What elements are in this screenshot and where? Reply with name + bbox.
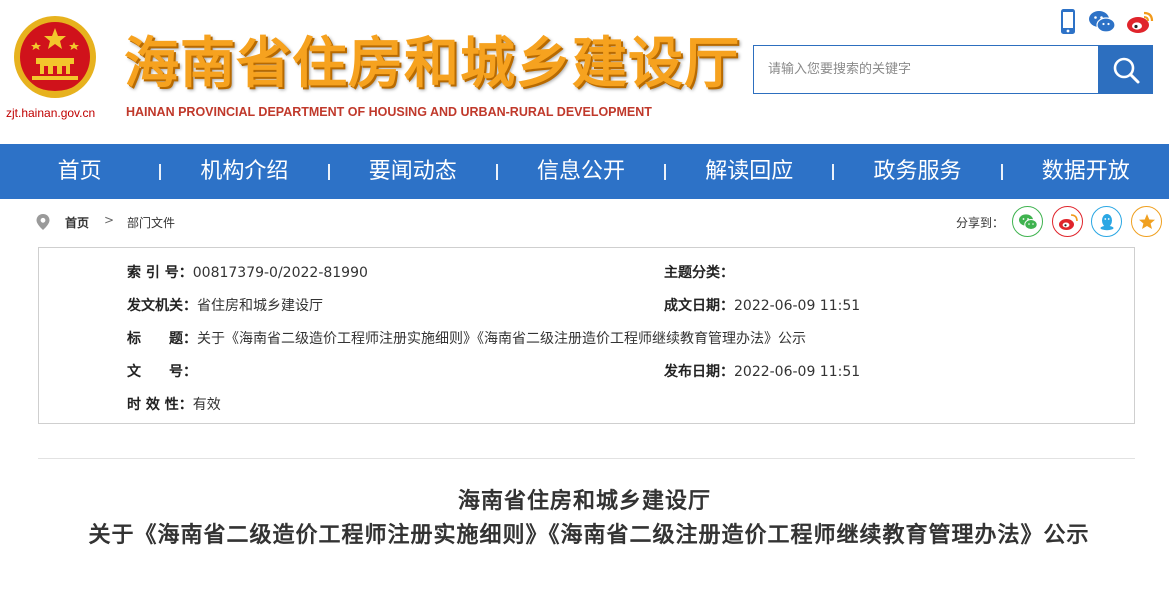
- weibo-icon: [1058, 213, 1078, 230]
- meta-title-label: 标 题：: [127, 331, 197, 347]
- star-icon: [1138, 213, 1155, 229]
- nav-item-disclosure[interactable]: 信息公开: [498, 144, 664, 199]
- meta-index-value: 00817379-0/2022-81990: [192, 265, 368, 281]
- breadcrumb: 首页 > 部门文件 分享到：: [0, 199, 1169, 243]
- share-label: 分享到：: [956, 216, 1005, 230]
- search-box: [753, 45, 1099, 94]
- mobile-icon[interactable]: [1054, 8, 1082, 36]
- meta-index-label: 索 引 号：: [127, 265, 193, 281]
- meta-index-row: 索 引 号：00817379-0/2022-81990: [127, 262, 368, 282]
- meta-validity-label: 时 效 性：: [127, 397, 193, 413]
- meta-title-row: 标 题：关于《海南省二级造价工程师注册实施细则》《海南省二级注册造价工程师继续教…: [127, 328, 806, 348]
- meta-issuer-row: 发文机关：省住房和城乡建设厅: [127, 295, 323, 315]
- location-pin-icon: [36, 214, 50, 230]
- site-title: 海南省住房和城乡建设厅: [124, 31, 741, 95]
- site-header: zjt.hainan.gov.cn 海南省住房和城乡建设厅 HAINAN PRO…: [0, 0, 1169, 144]
- search-input[interactable]: [754, 46, 1099, 93]
- meta-published-label: 发布日期：: [664, 364, 734, 380]
- wechat-icon[interactable]: [1088, 8, 1116, 36]
- search-icon: [1113, 57, 1139, 83]
- site-subtitle: HAINAN PROVINCIAL DEPARTMENT OF HOUSING …: [126, 105, 652, 119]
- meta-issuer-label: 发文机关：: [127, 298, 197, 314]
- meta-created-label: 成文日期：: [664, 298, 734, 314]
- share-wechat-button[interactable]: [1012, 206, 1043, 237]
- main-nav: 首页 机构介绍 要闻动态 信息公开 解读回应 政务服务 数据开放: [0, 144, 1169, 199]
- weibo-icon[interactable]: [1126, 8, 1154, 36]
- meta-published-value: 2022-06-09 11:51: [734, 364, 861, 380]
- article-org: 海南省住房和城乡建设厅: [457, 489, 711, 514]
- share-weibo-button[interactable]: [1052, 206, 1083, 237]
- header-icon-group: [1054, 8, 1164, 38]
- share-qzone-button[interactable]: [1131, 206, 1162, 237]
- meta-created-value: 2022-06-09 11:51: [734, 298, 861, 314]
- nav-item-interpretation[interactable]: 解读回应: [666, 144, 832, 199]
- nav-item-about[interactable]: 机构介绍: [161, 144, 327, 199]
- article-title: 关于《海南省二级造价工程师注册实施细则》《海南省二级注册造价工程师继续教育管理办…: [88, 523, 1090, 548]
- breadcrumb-separator: >: [104, 213, 115, 227]
- meta-docno-label: 文 号：: [127, 364, 197, 380]
- meta-validity-value: 有效: [192, 397, 221, 413]
- share-qq-button[interactable]: [1091, 206, 1122, 237]
- meta-published-row: 发布日期：2022-06-09 11:51: [664, 361, 860, 381]
- meta-topic-label: 主题分类：: [664, 265, 734, 281]
- meta-topic-row: 主题分类：: [664, 262, 734, 282]
- content-divider: [38, 458, 1135, 459]
- document-meta-box: 索 引 号：00817379-0/2022-81990 主题分类： 发文机关：省…: [38, 247, 1135, 424]
- meta-issuer-value: 省住房和城乡建设厅: [197, 298, 323, 314]
- national-emblem-icon: [14, 16, 96, 98]
- nav-item-services[interactable]: 政务服务: [834, 144, 1000, 199]
- nav-item-home[interactable]: 首页: [0, 144, 159, 199]
- nav-item-open-data[interactable]: 数据开放: [1003, 144, 1169, 199]
- breadcrumb-home-link[interactable]: 首页: [65, 214, 89, 231]
- nav-item-news[interactable]: 要闻动态: [330, 144, 496, 199]
- site-domain: zjt.hainan.gov.cn: [6, 106, 96, 120]
- search-button[interactable]: [1098, 45, 1153, 94]
- meta-created-row: 成文日期：2022-06-09 11:51: [664, 295, 860, 315]
- qq-icon: [1100, 213, 1113, 230]
- meta-title-value: 关于《海南省二级造价工程师注册实施细则》《海南省二级注册造价工程师继续教育管理办…: [197, 331, 806, 347]
- breadcrumb-current-link[interactable]: 部门文件: [127, 214, 175, 231]
- wechat-icon: [1018, 213, 1038, 230]
- meta-validity-row: 时 效 性：有效: [127, 394, 221, 414]
- meta-docno-row: 文 号：: [127, 361, 197, 381]
